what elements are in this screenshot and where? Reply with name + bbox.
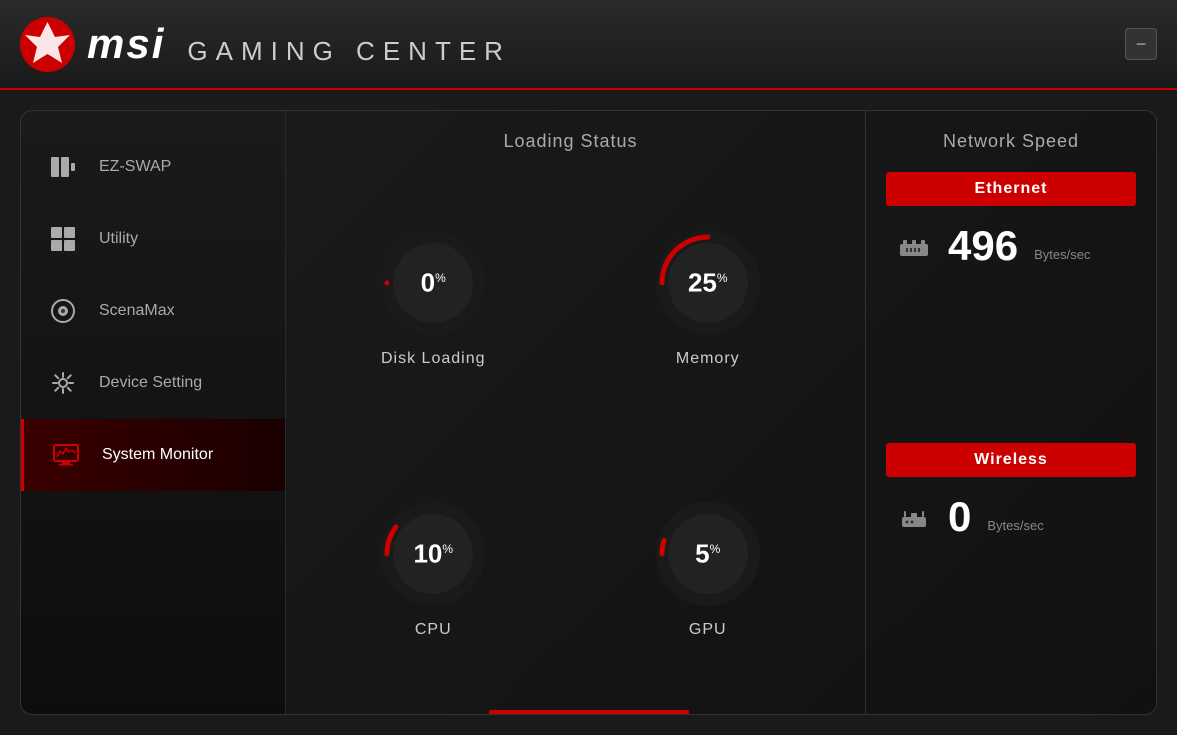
- gpu-gauge: 5% GPU: [581, 443, 836, 694]
- utility-icon: [45, 221, 81, 257]
- gaming-center-text: GAMING CENTER: [187, 36, 511, 67]
- header: msi GAMING CENTER −: [0, 0, 1177, 90]
- sidebar-label-system-monitor: System Monitor: [102, 446, 213, 464]
- sidebar-item-scenamax[interactable]: ScenaMax: [21, 275, 285, 347]
- ez-swap-icon: [45, 149, 81, 185]
- device-setting-icon: [45, 365, 81, 401]
- disk-loading-gauge: 0% Disk Loading: [306, 172, 561, 423]
- cpu-gauge-circle: 10%: [378, 499, 488, 609]
- system-monitor-icon: [48, 437, 84, 473]
- sidebar: EZ-SWAP Utility ScenaMax: [21, 111, 286, 714]
- memory-label: Memory: [676, 350, 740, 368]
- content-divider: [865, 111, 866, 714]
- ethernet-icon: [896, 230, 932, 263]
- gpu-value: 5%: [695, 538, 720, 569]
- disk-label: Disk Loading: [381, 350, 486, 368]
- cpu-gauge: 10% CPU: [306, 443, 561, 694]
- memory-gauge-circle: 25%: [653, 228, 763, 338]
- cpu-label: CPU: [415, 621, 452, 639]
- ethernet-unit: Bytes/sec: [1034, 247, 1090, 262]
- memory-value: 25%: [688, 267, 728, 298]
- disk-gauge-circle: 0%: [378, 228, 488, 338]
- cpu-value: 10%: [413, 538, 453, 569]
- wireless-icon: [896, 501, 932, 534]
- ethernet-block: Ethernet 496 Bytes/sec: [886, 172, 1136, 423]
- wireless-badge: Wireless: [886, 443, 1136, 477]
- gpu-label: GPU: [689, 621, 727, 639]
- sidebar-item-device-setting[interactable]: Device Setting: [21, 347, 285, 419]
- sidebar-item-ez-swap[interactable]: EZ-SWAP: [21, 131, 285, 203]
- scenamax-icon: [45, 293, 81, 329]
- wireless-speed-row: 0 Bytes/sec: [886, 493, 1136, 541]
- sidebar-item-system-monitor[interactable]: System Monitor: [21, 419, 285, 491]
- sidebar-label-scenamax: ScenaMax: [99, 302, 175, 320]
- brand-logo: msi GAMING CENTER: [20, 17, 511, 72]
- ethernet-speed-row: 496 Bytes/sec: [886, 222, 1136, 270]
- network-speed-section: Network Speed Ethernet 496: [876, 111, 1156, 714]
- gpu-gauge-circle: 5%: [653, 499, 763, 609]
- msi-brand-text: msi: [87, 20, 165, 68]
- gauges-grid: 0% Disk Loading 25%: [306, 172, 835, 694]
- wireless-value: 0: [948, 493, 971, 541]
- minimize-button[interactable]: −: [1125, 28, 1157, 60]
- wireless-unit: Bytes/sec: [987, 518, 1043, 533]
- sidebar-label-device-setting: Device Setting: [99, 374, 202, 392]
- ethernet-value: 496: [948, 222, 1018, 270]
- ethernet-badge: Ethernet: [886, 172, 1136, 206]
- loading-status-title: Loading Status: [306, 131, 835, 152]
- msi-dragon-icon: [20, 17, 75, 72]
- loading-status-section: Loading Status 0% Di: [286, 111, 855, 714]
- disk-value: 0%: [421, 267, 446, 298]
- main-container: EZ-SWAP Utility ScenaMax: [20, 110, 1157, 715]
- wireless-block: Wireless 0 Bytes/sec: [886, 443, 1136, 694]
- sidebar-label-utility: Utility: [99, 230, 138, 248]
- memory-gauge: 25% Memory: [581, 172, 836, 423]
- sidebar-item-utility[interactable]: Utility: [21, 203, 285, 275]
- network-speed-title: Network Speed: [886, 131, 1136, 152]
- sidebar-label-ez-swap: EZ-SWAP: [99, 158, 171, 176]
